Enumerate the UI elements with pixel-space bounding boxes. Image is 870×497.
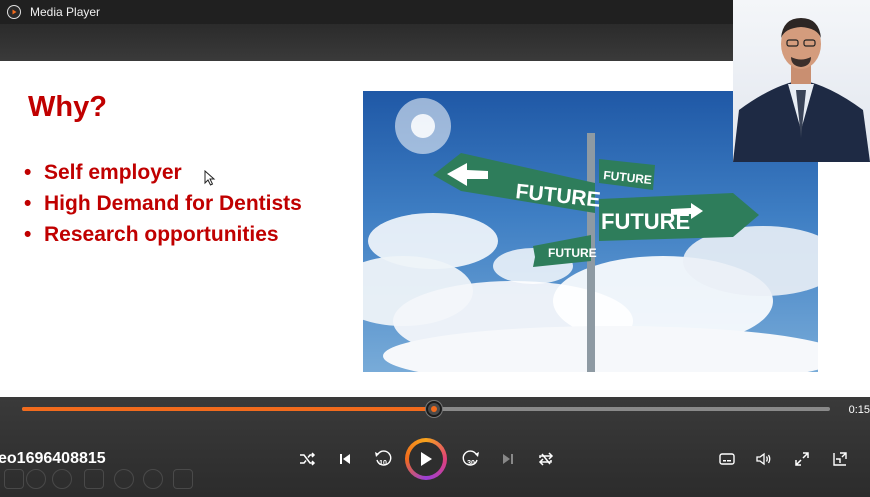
taskbar-ghost-icon — [26, 469, 46, 489]
miniplayer-button[interactable] — [828, 447, 852, 471]
svg-text:10: 10 — [379, 460, 387, 467]
taskbar-ghost-icon — [52, 469, 72, 489]
previous-icon — [340, 454, 350, 464]
slide-heading: Why? — [28, 91, 107, 123]
taskbar-ghost-icon — [173, 469, 193, 489]
taskbar-ghost-icon — [4, 469, 24, 489]
fullscreen-icon — [795, 452, 809, 466]
taskbar-ghost-icon — [114, 469, 134, 489]
svg-text:30: 30 — [467, 460, 475, 467]
bullet-item: Self employer — [24, 157, 302, 188]
previous-button[interactable] — [333, 447, 357, 471]
playback-controls: 0:15 eo1696408815 10 30 — [0, 397, 870, 497]
skip-back-button[interactable]: 10 — [371, 447, 395, 471]
bullet-item: High Demand for Dentists — [24, 188, 302, 219]
seek-bar[interactable] — [22, 401, 830, 417]
captions-icon — [719, 453, 735, 465]
mouse-cursor-icon — [204, 170, 216, 186]
shuffle-icon — [300, 452, 316, 466]
sign-text: FUTURE — [601, 209, 690, 234]
skip-forward-button[interactable]: 30 — [459, 447, 483, 471]
seek-bar-thumb[interactable] — [426, 401, 443, 417]
volume-button[interactable] — [752, 447, 776, 471]
next-icon — [503, 454, 513, 464]
taskbar-ghost-icon — [84, 469, 104, 489]
sign-text: FUTURE — [548, 246, 597, 260]
media-player-app-icon — [7, 5, 21, 19]
window-title: Media Player — [30, 5, 101, 19]
shuffle-button[interactable] — [295, 447, 319, 471]
rewind-10-icon: 10 — [375, 450, 392, 467]
repeat-icon — [538, 452, 554, 466]
slide-bullet-list: Self employer High Demand for Dentists R… — [24, 157, 302, 250]
miniplayer-icon — [833, 452, 847, 466]
play-icon — [421, 452, 432, 466]
play-button[interactable] — [405, 438, 447, 480]
elapsed-time: 0:15 — [848, 404, 870, 416]
fullscreen-button[interactable] — [790, 447, 814, 471]
forward-30-icon: 30 — [462, 450, 479, 467]
repeat-button[interactable] — [534, 447, 558, 471]
volume-icon — [756, 452, 771, 466]
next-button[interactable] — [496, 447, 520, 471]
presenter-webcam-overlay — [733, 0, 870, 162]
seek-bar-progress — [22, 407, 435, 411]
captions-button[interactable] — [715, 447, 739, 471]
media-file-name: eo1696408815 — [0, 450, 106, 467]
bullet-item: Research opportunities — [24, 219, 302, 250]
taskbar-ghost-icon — [143, 469, 163, 489]
